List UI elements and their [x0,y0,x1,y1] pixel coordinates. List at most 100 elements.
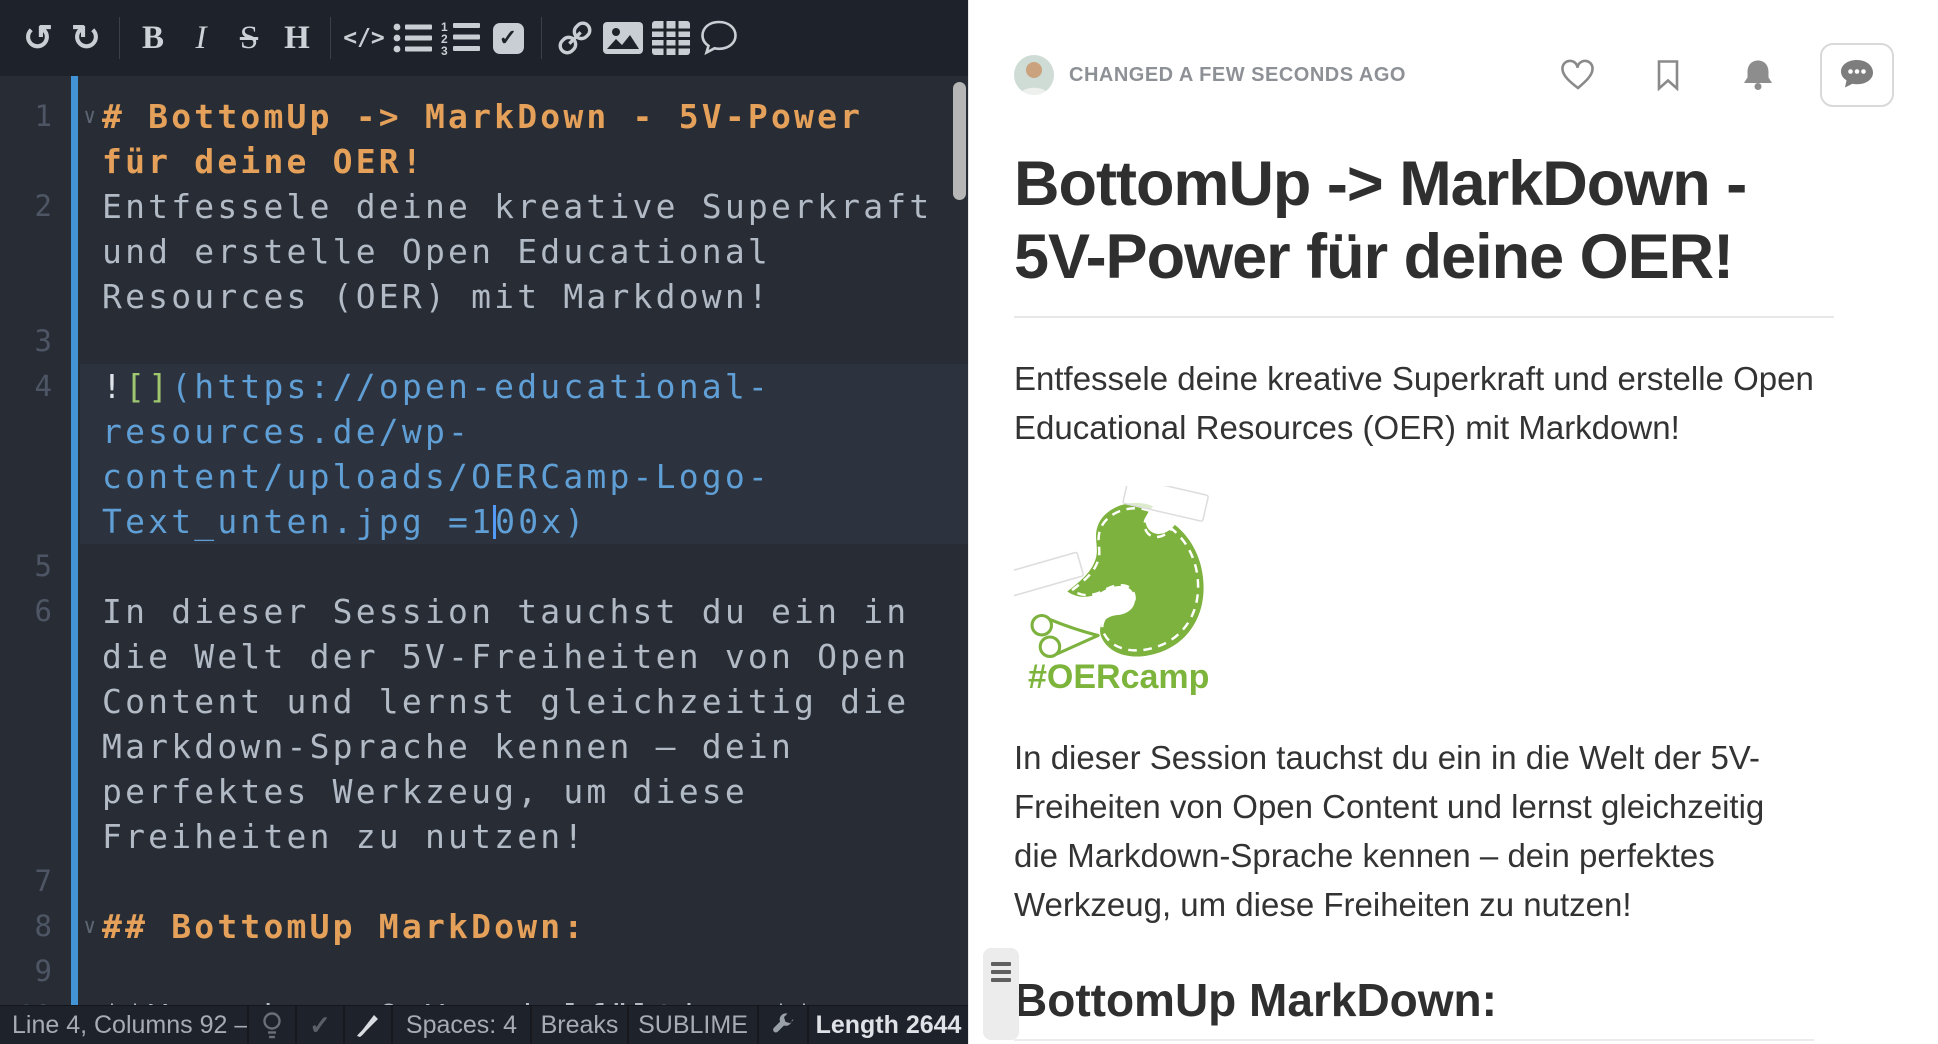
code-line-text: # BottomUp -> MarkDown - 5V-Power für de… [102,94,968,184]
app-window: ↺ ↻ B I S H </> 1 2 3 [0,0,1938,1044]
code-line-text: Entfessele deine kreative Superkraft und… [102,184,968,319]
toolbar-divider [541,17,542,59]
editor-line[interactable]: 10 **Verwahren & Vervielfältigen** [0,994,968,1005]
session-paragraph: In dieser Session tauchst du ein in die … [1014,733,1814,929]
line-number: 5 [0,544,60,589]
bold-button[interactable]: B [129,10,177,66]
syntax-bracket: [] [125,367,171,406]
editor-pane: ↺ ↻ B I S H </> 1 2 3 [0,0,968,1044]
syntax-heading: # BottomUp -> MarkDown - 5V-Power für de… [102,97,886,181]
code-editor[interactable]: 1∨# BottomUp -> MarkDown - 5V-Power für … [0,76,968,1005]
editor-line[interactable]: 3 [0,319,968,364]
toolbar-divider [119,17,120,59]
document-length: Length 2644 [807,1006,968,1044]
line-number: 7 [0,859,60,904]
table-icon [652,21,690,55]
document-title: BottomUp -> MarkDown - 5V-Power für dein… [1014,148,1834,318]
code-button[interactable]: </> [340,10,388,66]
code-line-text [102,319,968,364]
editor-line[interactable]: 7 [0,859,968,904]
oercamp-logo: #OERcamp [1014,486,1234,697]
code-line-text: In dieser Session tauchst du ein in die … [102,589,968,859]
editor-toolbar: ↺ ↻ B I S H </> 1 2 3 [0,0,968,76]
editor-statusbar: Line 4, Columns 92 — 21 ✓ Spaces: 4 Brea… [0,1005,968,1044]
code-line-text: **Verwahren & Vervielfältigen** [102,994,968,1005]
strikethrough-button[interactable]: S [225,10,273,66]
lightbulb-icon [259,1010,285,1040]
preview-pane: CHANGED A FEW SECONDS AGO [968,0,1938,1044]
unordered-list-icon [392,21,432,55]
check-icon: ✓ [309,1010,331,1041]
table-button[interactable] [647,10,695,66]
syntax-text: In dieser Session tauchst du ein in die … [102,592,932,856]
line-number: 1 [0,94,60,139]
spellcheck-button[interactable]: ✓ [295,1006,343,1044]
editor-line[interactable]: 8∨## BottomUp MarkDown: [0,904,968,949]
fold-chevron-icon[interactable]: ∨ [60,904,102,949]
line-number: 6 [0,589,60,634]
redo-button[interactable]: ↻ [62,10,110,66]
preferences-button[interactable] [757,1006,807,1044]
code-line-text [102,859,968,904]
code-line-text: ![](https://open-educational-resources.d… [102,364,968,544]
syntax-text: **Verwahren & Vervielfältigen** [102,997,817,1005]
linebreak-setting[interactable]: Breaks [530,1006,627,1044]
rendered-markdown: BottomUp -> MarkDown - 5V-Power für dein… [1014,0,1834,1041]
grip-icon [991,962,1011,966]
line-number: 2 [0,184,60,229]
editor-lines: 1∨# BottomUp -> MarkDown - 5V-Power für … [0,94,968,1005]
line-number: 3 [0,319,60,364]
indent-setting[interactable]: Spaces: 4 [391,1006,530,1044]
comment-button[interactable] [695,10,743,66]
image-button[interactable] [599,10,647,66]
editor-line[interactable]: 5 [0,544,968,589]
image-icon [603,21,643,55]
editor-line[interactable]: 9 [0,949,968,994]
heading-icon: H [284,20,310,57]
ordered-list-icon: 1 2 3 [440,20,480,56]
format-button[interactable] [343,1006,391,1044]
syntax-text: Entfessele deine kreative Superkraft und… [102,187,956,316]
editor-line[interactable]: 4![](https://open-educational-resources.… [0,364,968,544]
link-button[interactable] [551,10,599,66]
code-line-text [102,949,968,994]
editor-line[interactable]: 6 In dieser Session tauchst du ein in die… [0,589,968,859]
svg-text:3: 3 [441,44,448,56]
editor-line[interactable]: 1∨# BottomUp -> MarkDown - 5V-Power für … [0,94,968,184]
hint-button[interactable] [247,1006,295,1044]
line-number: 10 [0,994,60,1005]
cursor-position: Line 4, Columns 92 — 21 [0,1006,247,1044]
ordered-list-button[interactable]: 1 2 3 [436,10,484,66]
line-number: 9 [0,949,60,994]
toolbar-divider [330,17,331,59]
line-number: 8 [0,904,60,949]
section-heading: BottomUp MarkDown: [1014,973,1814,1041]
wrench-icon [770,1012,796,1038]
bold-icon: B [142,20,164,57]
link-icon [555,18,595,58]
italic-icon: I [196,20,207,57]
comment-icon [699,19,739,57]
task-list-button[interactable]: ✓ [484,10,532,66]
syntax-plain: ! [102,367,125,406]
paintbrush-icon [354,1011,382,1039]
syntax-link: 00x) [495,502,587,541]
strikethrough-icon: S [240,20,258,57]
editor-line[interactable]: 2 Entfessele deine kreative Superkraft un… [0,184,968,319]
split-handle[interactable] [983,948,1019,1040]
scissors-icon [1032,616,1098,657]
code-icon: </> [343,25,385,51]
intro-paragraph: Entfessele deine kreative Superkraft und… [1014,354,1814,452]
syntax-link: (https://open-educational-resources.de/w… [102,367,771,541]
code-line-text [102,544,968,589]
unordered-list-button[interactable] [388,10,436,66]
heading-button[interactable]: H [273,10,321,66]
redo-icon: ↻ [71,20,101,56]
undo-icon: ↺ [23,20,53,56]
fold-chevron-icon[interactable]: ∨ [60,94,102,139]
undo-button[interactable]: ↺ [14,10,62,66]
italic-button[interactable]: I [177,10,225,66]
keymap-setting[interactable]: SUBLIME [627,1006,757,1044]
syntax-heading: ## BottomUp MarkDown: [102,907,586,946]
code-line-text: ## BottomUp MarkDown: [102,904,968,949]
